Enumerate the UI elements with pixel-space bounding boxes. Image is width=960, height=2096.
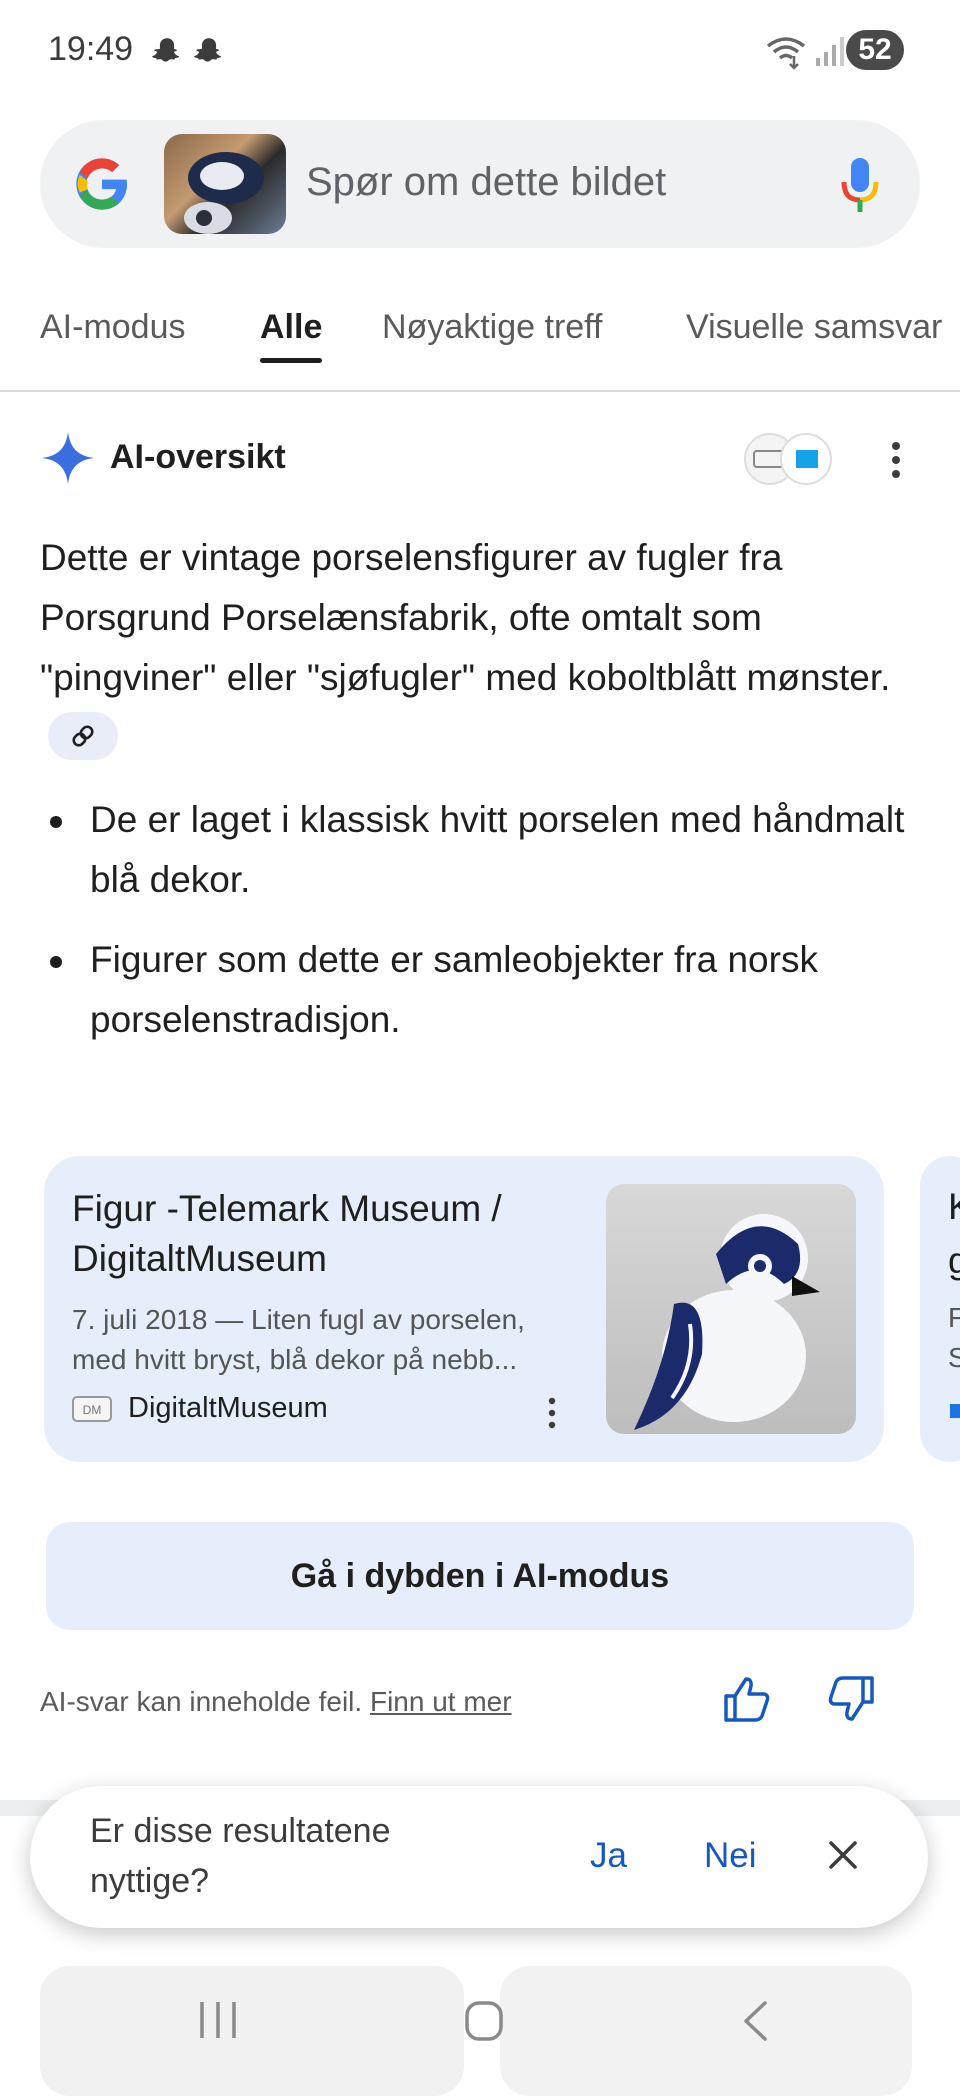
deep-dive-ai-mode-button[interactable]: Gå i dybden i AI-modus (46, 1522, 914, 1630)
next-card-title: K (948, 1186, 960, 1228)
thumbs-down-icon[interactable] (826, 1674, 876, 1724)
tab-ai-modus[interactable]: AI-modus (40, 308, 186, 347)
signal-icon (816, 37, 844, 66)
ai-sparkle-icon (42, 432, 94, 484)
feedback-question: Er disse resultatene nyttige? (90, 1812, 391, 1900)
result-image-tile[interactable] (500, 1966, 912, 2096)
ai-overview-title: AI-oversikt (110, 438, 286, 476)
more-options-icon[interactable] (886, 440, 906, 480)
active-tab-indicator (260, 358, 322, 363)
ai-summary-text: Dette er vintage porselensfigurer av fug… (40, 537, 891, 698)
link-icon (72, 725, 94, 747)
tabs-divider (0, 390, 960, 392)
tab-alle[interactable]: Alle (260, 308, 322, 347)
source-card-snippet: 7. juli 2018 — Liten fugl av porselen, m… (72, 1304, 525, 1375)
result-image-tile[interactable] (40, 1966, 464, 2096)
google-logo-icon (76, 158, 127, 210)
home-icon[interactable] (464, 2000, 504, 2042)
source-card-title[interactable]: Figur -Telemark Museum / DigitaltMuseum (72, 1184, 592, 1284)
search-input[interactable]: Spør om dette bildet (306, 160, 666, 205)
digitaltmuseum-logo-icon: DM (72, 1396, 112, 1422)
microphone-icon[interactable] (838, 154, 882, 218)
thumbs-up-icon[interactable] (722, 1674, 772, 1724)
next-card-snippet-line2: S (948, 1342, 960, 1373)
ai-disclaimer: AI-svar kan inneholde feil. Finn ut mer (40, 1686, 512, 1718)
feedback-no-button[interactable]: Nei (704, 1836, 757, 1876)
list-item: De er laget i klassisk hvitt porselen me… (40, 790, 920, 910)
ai-summary: Dette er vintage porselensfigurer av fug… (40, 528, 900, 768)
source-icon-text: DM (83, 1403, 102, 1417)
recent-apps-icon[interactable] (196, 2000, 240, 2040)
query-image-thumbnail[interactable] (164, 134, 286, 234)
next-card-source-icon (950, 1404, 960, 1418)
close-icon[interactable] (826, 1838, 860, 1872)
citation-link-chip[interactable] (48, 712, 118, 761)
status-time: 19:49 (48, 30, 134, 68)
list-item: Figurer som dette er samleobjekter fra n… (40, 930, 920, 1050)
tab-noyaktige-treff[interactable]: Nøyaktige treff (382, 308, 602, 347)
source-card-site-name: DigitaltMuseum (128, 1392, 328, 1424)
card-more-options-icon[interactable] (546, 1396, 558, 1430)
battery-icon: 52 (846, 30, 904, 70)
ai-bullet-list: De er laget i klassisk hvitt porselen me… (40, 790, 920, 1070)
tab-visuelle-samsvar[interactable]: Visuelle samsvar (686, 308, 942, 347)
disclaimer-text: AI-svar kan inneholde feil. (40, 1686, 363, 1717)
back-icon[interactable] (740, 2000, 770, 2042)
learn-more-link[interactable]: Finn ut mer (370, 1686, 512, 1717)
source-card-image[interactable] (606, 1184, 856, 1434)
feedback-yes-button[interactable]: Ja (590, 1836, 627, 1876)
snapchat-icon (152, 38, 180, 62)
source-badges-icon[interactable] (742, 432, 834, 486)
next-card-title-line2: g (948, 1240, 960, 1281)
snapchat-icon (194, 38, 222, 62)
next-card-snippet: F (948, 1302, 960, 1333)
wifi-icon (766, 37, 806, 70)
